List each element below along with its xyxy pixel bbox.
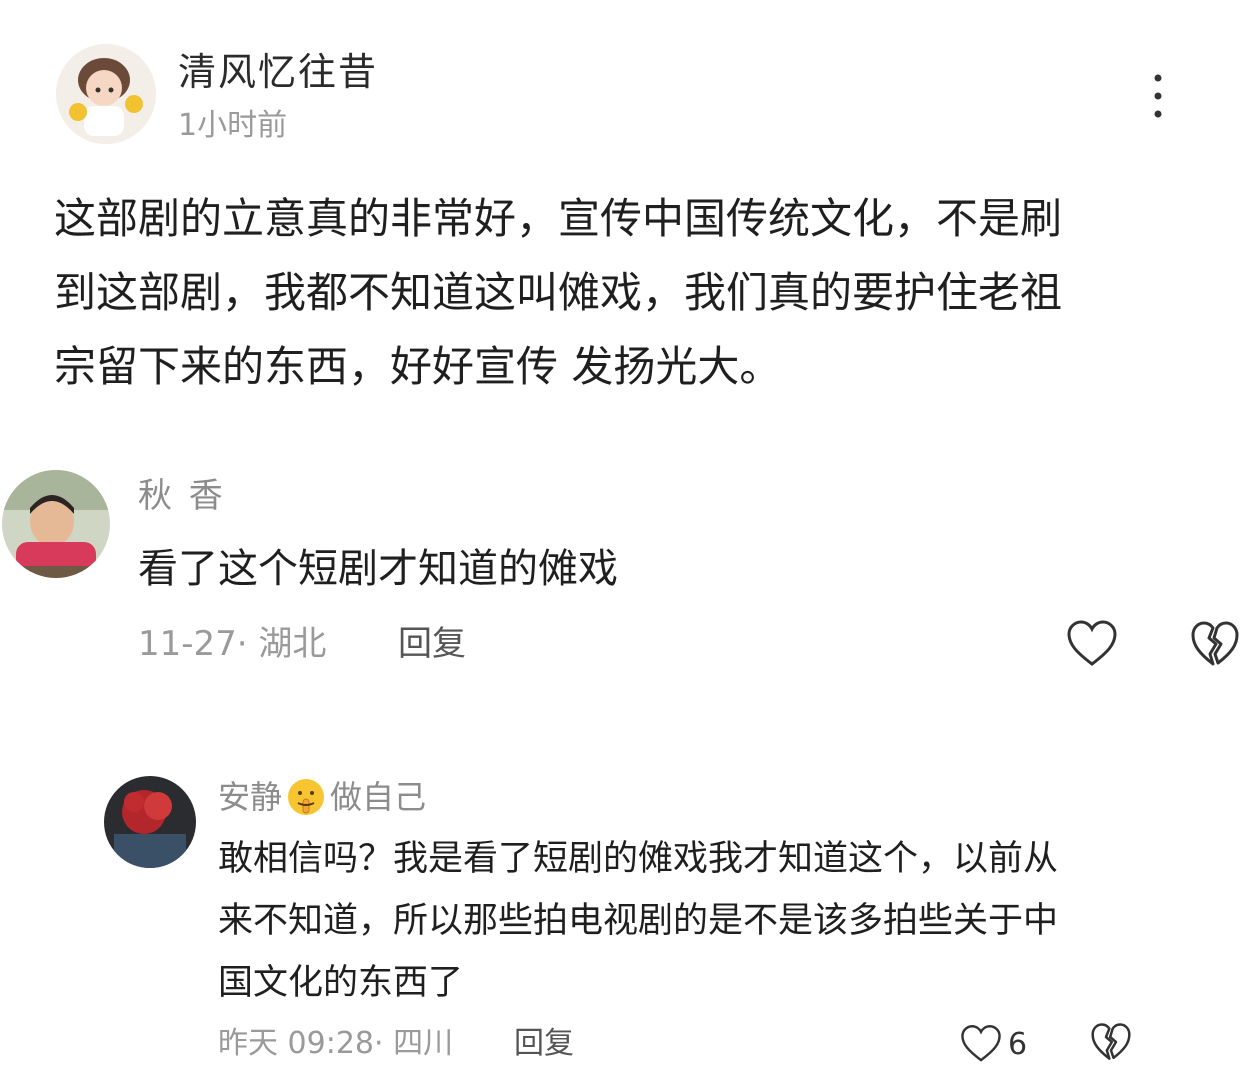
- comment1-date: 11-27: [138, 624, 237, 664]
- comment2-like-button[interactable]: 6: [960, 1022, 1044, 1066]
- comment1-avatar[interactable]: [2, 470, 110, 578]
- comment2-text-line: 国文化的东西了: [218, 963, 464, 1003]
- comment2-dislike-button[interactable]: [1090, 1022, 1132, 1064]
- comment2-text: 敢相信吗？我是看了短剧的傩戏我才知道这个，以前从 来不知道，所以那些拍电视剧的是…: [218, 828, 1058, 1014]
- shushing-face-emoji-icon: [286, 777, 326, 817]
- comment2-avatar[interactable]: [104, 776, 196, 868]
- post-time: 1小时前: [178, 108, 288, 143]
- post-author-avatar[interactable]: [56, 44, 156, 144]
- comment2-like-count: 6: [1008, 1026, 1028, 1062]
- comment2-author-name-part1: 安静: [218, 778, 283, 816]
- meta-separator: ·: [374, 1026, 384, 1061]
- heart-outline-icon: [961, 1025, 1001, 1062]
- comment1-text: 看了这个短剧才知道的傩戏: [138, 546, 618, 592]
- comment2-text-line: 敢相信吗？我是看了短剧的傩戏我才知道这个，以前从: [218, 839, 1059, 879]
- post-body-line: 宗留下来的东西，好好宣传 发扬光大。: [54, 342, 782, 391]
- heart-outline-icon: [1067, 620, 1117, 666]
- comment1-dislike-button[interactable]: [1190, 620, 1240, 668]
- meta-separator: ·: [236, 624, 248, 664]
- comment2-location: 四川: [393, 1026, 454, 1061]
- broken-heart-icon: [1091, 1023, 1131, 1060]
- post-body-line: 这部剧的立意真的非常好，宣传中国传统文化，不是刷: [54, 194, 1063, 243]
- post-body: 这部剧的立意真的非常好，宣传中国传统文化，不是刷 到这部剧，我都不知道这叫傩戏，…: [54, 182, 1204, 404]
- avatar-photo: [104, 776, 196, 868]
- comment2-author-name[interactable]: 安静 做自己: [218, 774, 426, 820]
- broken-heart-icon: [1191, 621, 1239, 666]
- comment2-author-name-part2: 做自己: [330, 778, 427, 816]
- comment2-date: 昨天 09:28: [218, 1026, 374, 1061]
- comment1-like-button[interactable]: [1066, 620, 1118, 668]
- comment2-meta: 昨天 09:28· 四川: [218, 1022, 453, 1066]
- comment-thread-page: { "post": { "author": "清风忆往昔", "time": "…: [0, 0, 1242, 1072]
- more-options-button[interactable]: [1146, 72, 1170, 120]
- comment1-author-name[interactable]: 秋 香: [138, 474, 226, 518]
- more-vertical-icon: [1154, 74, 1162, 118]
- comment2-text-line: 来不知道，所以那些拍电视剧的是不是该多拍些关于中: [218, 901, 1059, 941]
- post-author-name[interactable]: 清风忆往昔: [178, 48, 378, 96]
- comment1-reply-button[interactable]: 回复: [398, 620, 466, 668]
- avatar-photo: [2, 470, 110, 578]
- avatar-illustration: [56, 44, 156, 144]
- comment1-location: 湖北: [258, 624, 327, 664]
- post-body-line: 到这部剧，我都不知道这叫傩戏，我们真的要护住老祖: [54, 268, 1063, 317]
- comment1-meta: 11-27· 湖北: [138, 620, 326, 668]
- comment2-reply-button[interactable]: 回复: [514, 1022, 574, 1066]
